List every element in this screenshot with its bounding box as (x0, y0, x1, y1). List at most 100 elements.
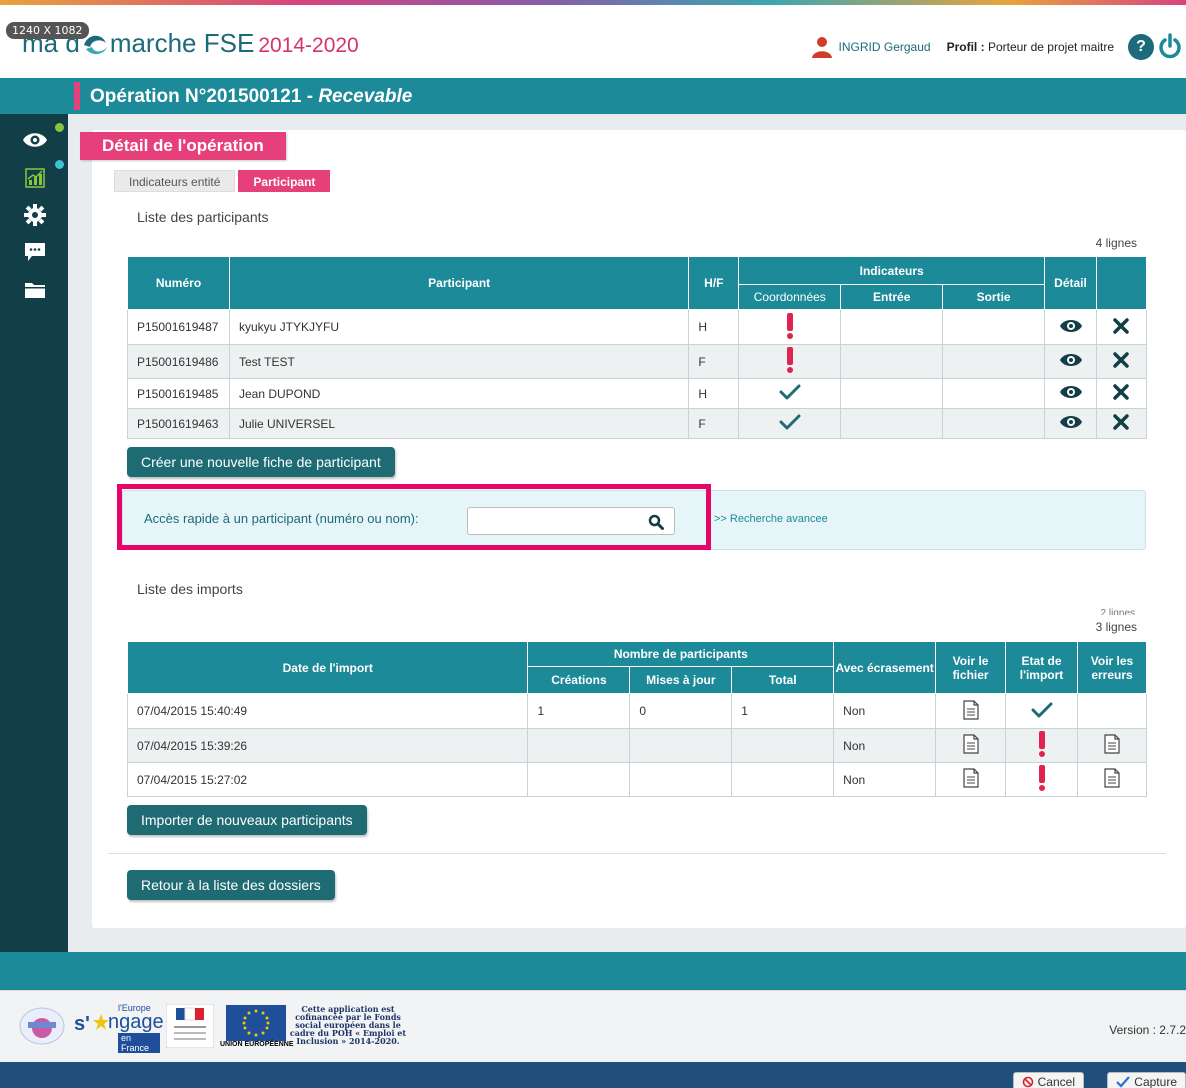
logout-power-icon[interactable] (1158, 32, 1182, 60)
cell-mises (629, 728, 733, 763)
cell-detail (1044, 309, 1097, 345)
cell-participant: kyukyu JTYKJYFU (228, 309, 690, 345)
cell-coordonnees (738, 408, 842, 439)
tab-participant[interactable]: Participant (238, 170, 331, 192)
gear-icon[interactable] (22, 203, 48, 227)
imports-table: Date de l'import Nombre de participants … (126, 641, 1147, 797)
delete-x-icon[interactable] (1113, 414, 1130, 430)
cell-numero: P15001619487 (127, 309, 230, 345)
user-icon (811, 37, 832, 58)
operation-status: Recevable (318, 86, 413, 107)
document-icon[interactable] (1104, 768, 1120, 788)
prohibit-icon (1022, 1076, 1033, 1088)
cell-voir-fichier (935, 762, 1007, 797)
warning-icon (786, 312, 793, 339)
footer: l'Europe s' ngage en France UNION EUROPÉ… (0, 990, 1186, 1062)
col-date-import: Date de l'import (126, 641, 529, 694)
cancel-label: Cancel (1037, 1075, 1075, 1088)
chart-icon[interactable] (22, 166, 48, 190)
logo-years: 2014-2020 (258, 34, 359, 57)
engage-word: ngage (108, 1011, 164, 1033)
cell-creations (527, 728, 631, 763)
cofinance-text: Cette application est cofinancée par le … (289, 1004, 407, 1046)
divider (108, 853, 1166, 854)
title-accent (74, 82, 80, 110)
cell-delete (1095, 309, 1148, 345)
user-area: INGRID Gergaud Profil : Porteur de proje… (811, 36, 1114, 58)
cell-participant: Julie UNIVERSEL (228, 408, 690, 439)
cell-date: 07/04/2015 15:39:26 (126, 728, 529, 763)
eye-icon[interactable] (1059, 318, 1083, 334)
screen-size-badge: 1240 X 1082 (6, 22, 89, 39)
participants-table: Numéro Participant H/F Indicateurs Détai… (127, 256, 1148, 439)
warning-icon (1038, 765, 1045, 791)
cell-etat (1005, 693, 1078, 729)
footer-logos: l'Europe s' ngage en France UNION EUROPÉ… (18, 1003, 410, 1053)
col-total: Total (731, 666, 835, 694)
create-participant-button[interactable]: Créer une nouvelle fiche de participant (127, 447, 395, 477)
cell-hf: F (688, 344, 740, 379)
cell-total: 1 (731, 693, 835, 729)
check-icon (1031, 702, 1053, 717)
capture-button[interactable]: Capture (1107, 1072, 1186, 1088)
cell-hf: F (688, 408, 740, 439)
eu-label: UNION EUROPÉENNE (220, 1041, 294, 1048)
profile-label: Profil : (946, 40, 985, 54)
col-etat-import: Etat de l'import (1005, 641, 1078, 694)
eye-icon[interactable] (1059, 414, 1083, 430)
user-name[interactable]: INGRID Gergaud (839, 40, 931, 54)
imports-section-title: Liste des imports (137, 581, 243, 597)
eye-icon[interactable] (1059, 384, 1083, 400)
tab-indicateurs-entite[interactable]: Indicateurs entité (114, 170, 236, 192)
cell-detail (1044, 344, 1097, 379)
profile-info: Profil : Porteur de projet maitre (947, 40, 1114, 54)
check-icon (779, 414, 801, 430)
help-button[interactable]: ? (1128, 34, 1154, 60)
cancel-button[interactable]: Cancel (1012, 1072, 1084, 1088)
cell-sortie (942, 344, 1046, 379)
col-coordonnees: Coordonnées (738, 284, 842, 310)
document-icon[interactable] (1104, 734, 1120, 754)
cell-voir-erreurs (1077, 728, 1147, 763)
document-icon[interactable] (962, 699, 979, 720)
advanced-search-link[interactable]: >> Recherche avancee (714, 513, 828, 525)
eye-icon[interactable] (1059, 352, 1083, 368)
col-participant: Participant (228, 256, 690, 310)
col-hf: H/F (688, 256, 740, 310)
imports-count: 3 lignes (1095, 620, 1137, 634)
document-icon[interactable] (962, 734, 979, 754)
back-to-list-button[interactable]: Retour à la liste des dossiers (127, 870, 335, 900)
eye-icon[interactable] (22, 128, 48, 152)
check-icon (779, 384, 801, 400)
cell-hf: H (688, 378, 740, 409)
cell-delete (1095, 378, 1148, 409)
engage-s: s' (74, 1013, 90, 1035)
document-icon[interactable] (962, 768, 979, 788)
cell-sortie (942, 309, 1046, 345)
delete-x-icon[interactable] (1113, 384, 1130, 400)
cell-etat (1005, 728, 1078, 763)
footer-band (0, 952, 1186, 990)
cell-sortie (942, 408, 1046, 439)
import-participants-button[interactable]: Importer de nouveaux participants (127, 805, 367, 835)
delete-x-icon[interactable] (1113, 317, 1130, 334)
table-row: 07/04/2015 15:39:26 Non (126, 728, 1147, 763)
cell-voir-fichier (935, 728, 1007, 763)
warning-icon (1038, 731, 1045, 757)
folder-icon[interactable] (22, 278, 48, 302)
capture-label: Capture (1134, 1075, 1177, 1088)
cell-coordonnees (738, 378, 842, 409)
table-row: P15001619487 kyukyu JTYKJYFU H (127, 309, 1148, 345)
cell-delete (1095, 344, 1148, 379)
eu-flag-icon (226, 1005, 286, 1041)
color-stripe (0, 0, 1186, 5)
participants-count: 4 lignes (1095, 236, 1137, 250)
operation-title-bar: Opération N°201500121 - Recevable (0, 78, 1186, 114)
delete-x-icon[interactable] (1113, 352, 1130, 368)
capture-toolbar (0, 1062, 1186, 1088)
imports-count-ghost: 2 lignes (1100, 608, 1135, 615)
chat-icon[interactable] (22, 240, 48, 264)
cell-delete (1095, 408, 1148, 439)
logo-text-end: marche FSE (109, 28, 255, 58)
col-nombre-participants: Nombre de participants (527, 641, 835, 667)
